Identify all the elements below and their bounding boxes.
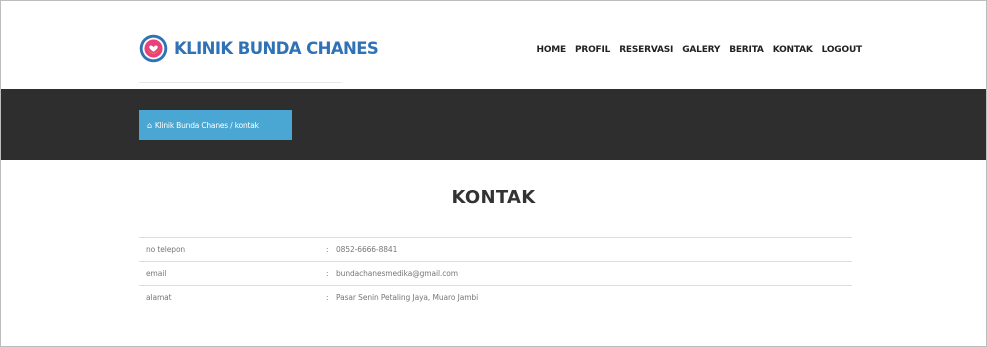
main-nav: HOME PROFIL RESERVASI GALERY BERITA KONT… (536, 45, 862, 55)
nav-reservasi[interactable]: RESERVASI (619, 45, 673, 55)
home-icon: ⌂ (147, 120, 152, 130)
breadcrumb-text: Klinik Bunda Chanes / kontak (154, 120, 259, 130)
nav-profil[interactable]: PROFIL (575, 45, 610, 55)
row-separator: : (326, 293, 329, 303)
email-value: bundachanesmedika@gmail.com (336, 269, 458, 278)
row-label: email (146, 269, 167, 278)
row-separator: : (326, 269, 329, 278)
table-row: no telepon : 0852-6666-8841 (139, 237, 852, 262)
breadcrumb[interactable]: ⌂ Klinik Bunda Chanes / kontak (139, 110, 292, 140)
row-label: alamat (146, 293, 172, 303)
brand-link[interactable]: KLINIK BUNDA CHANES (139, 34, 379, 63)
address-value: Pasar Senin Petaling Jaya, Muaro Jambi (336, 293, 479, 303)
page-title: KONTAK (451, 187, 536, 208)
nav-home[interactable]: HOME (536, 45, 566, 55)
nav-galery[interactable]: GALERY (682, 45, 720, 55)
table-row: alamat : Pasar Senin Petaling Jaya, Muar… (139, 285, 852, 310)
contact-table: no telepon : 0852-6666-8841 email : bund… (139, 237, 852, 310)
table-row: email : bundachanesmedika@gmail.com (139, 261, 852, 286)
phone-value: 0852-6666-8841 (336, 245, 398, 254)
clinic-logo-icon (139, 34, 168, 63)
brand-underline (139, 82, 342, 83)
page-frame: KLINIK BUNDA CHANES HOME PROFIL RESERVAS… (0, 0, 987, 347)
nav-berita[interactable]: BERITA (729, 45, 764, 55)
page-banner: ⌂ Klinik Bunda Chanes / kontak (1, 89, 986, 160)
row-separator: : (326, 245, 329, 254)
nav-logout[interactable]: LOGOUT (822, 45, 863, 55)
row-label: no telepon (146, 245, 186, 254)
brand-name: KLINIK BUNDA CHANES (174, 39, 379, 58)
nav-kontak[interactable]: KONTAK (773, 45, 813, 55)
site-header: KLINIK BUNDA CHANES HOME PROFIL RESERVAS… (1, 1, 986, 89)
